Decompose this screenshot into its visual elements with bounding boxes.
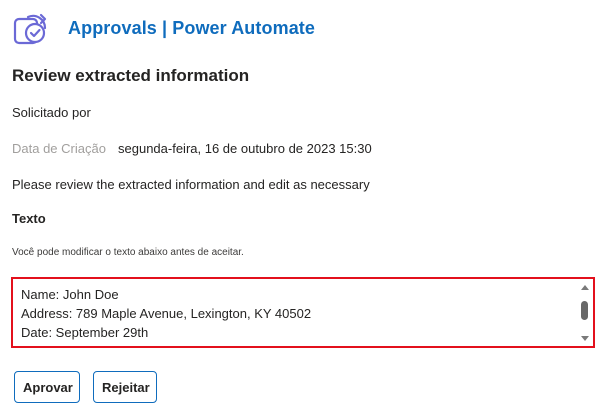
scroll-down-icon[interactable]: [581, 336, 589, 341]
textarea-scrollbar[interactable]: [579, 282, 591, 344]
extracted-text-input[interactable]: Name: John Doe Address: 789 Maple Avenue…: [11, 277, 595, 348]
card-title: Review extracted information: [12, 66, 250, 85]
text-section-heading: Texto: [12, 211, 46, 226]
scroll-thumb[interactable]: [581, 301, 588, 320]
created-date-value: segunda-feira, 16 de outubro de 2023 15:…: [118, 141, 372, 156]
app-header: Approvals | Power Automate: [12, 8, 315, 48]
app-title: Approvals | Power Automate: [68, 17, 316, 38]
instructions-text: Please review the extracted information …: [12, 177, 370, 192]
requested-by-label: Solicitado por: [12, 105, 91, 120]
created-date-label: Data de Criação: [12, 141, 106, 156]
approvals-icon: [13, 13, 47, 45]
scroll-up-icon[interactable]: [581, 285, 589, 290]
reject-button[interactable]: Rejeitar: [93, 371, 157, 403]
extracted-text-value[interactable]: Name: John Doe Address: 789 Maple Avenue…: [21, 285, 573, 343]
approve-button[interactable]: Aprovar: [14, 371, 80, 403]
text-hint: Você pode modificar o texto abaixo antes…: [12, 247, 244, 258]
created-date-row: Data de Criação segunda-feira, 16 de out…: [12, 141, 372, 156]
